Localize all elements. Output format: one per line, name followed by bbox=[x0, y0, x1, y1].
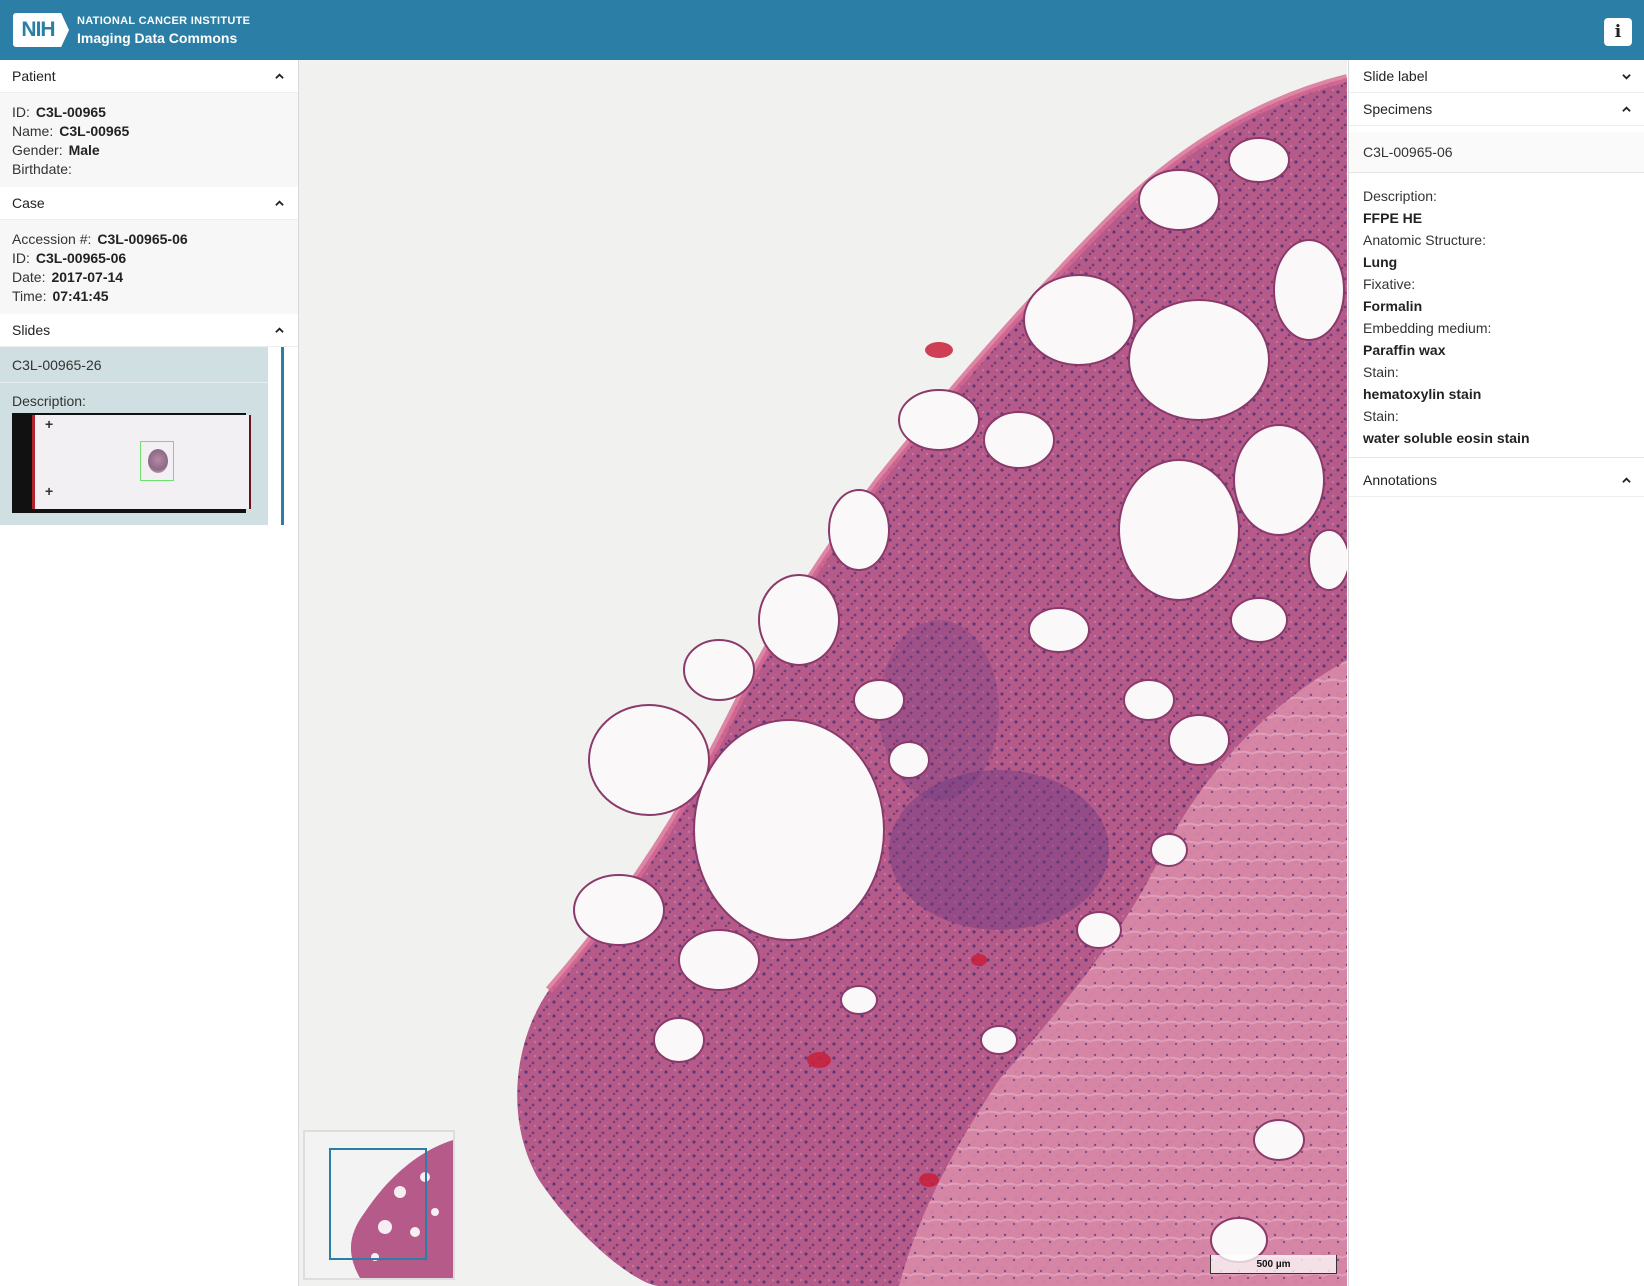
overview-map[interactable] bbox=[303, 1130, 455, 1280]
patient-id-label: ID bbox=[12, 104, 26, 120]
patient-section-body: ID: C3L-00965 Name: C3L-00965 Gender: Male … bbox=[0, 93, 298, 187]
overview-viewport-frame[interactable] bbox=[329, 1148, 427, 1260]
specimens-title: Specimens bbox=[1363, 101, 1433, 117]
slides-section-header[interactable]: Slides bbox=[0, 314, 298, 347]
patient-section-title: Patient bbox=[12, 68, 56, 84]
slide-viewer[interactable]: 500 µm bbox=[299, 60, 1347, 1286]
chevron-up-icon[interactable] bbox=[275, 199, 284, 208]
specimen-field-value: hematoxylin stain bbox=[1363, 386, 1482, 402]
patient-section-header[interactable]: Patient bbox=[0, 60, 298, 93]
case-id-value: C3L-00965-06 bbox=[35, 250, 127, 266]
patient-gender-value: Male bbox=[68, 142, 100, 158]
chevron-up-icon[interactable] bbox=[275, 72, 284, 81]
case-time-value: 07:41:45 bbox=[52, 288, 109, 304]
slide-list-scrollbar[interactable] bbox=[281, 347, 284, 525]
tissue-image bbox=[517, 74, 1347, 1286]
slide-label-title: Slide label bbox=[1363, 68, 1428, 84]
patient-name-label: Name bbox=[12, 123, 50, 139]
info-icon[interactable]: i bbox=[1604, 18, 1632, 46]
case-id-row: ID: C3L-00965-06 bbox=[12, 250, 127, 266]
thumbnail-tissue bbox=[148, 449, 168, 473]
patient-birthdate-label: Birthdate bbox=[12, 161, 69, 177]
specimen-field-label: Stain: bbox=[1363, 364, 1399, 380]
scale-bar: 500 µm bbox=[1210, 1255, 1337, 1274]
case-time-row: Time: 07:41:45 bbox=[12, 288, 109, 304]
specimen-details: Description: FFPE HE Anatomic Structure:… bbox=[1349, 173, 1644, 458]
left-sidebar: Patient ID: C3L-00965 Name: C3L-00965 Gend… bbox=[0, 60, 299, 1286]
case-section-title: Case bbox=[12, 195, 45, 211]
chevron-up-icon[interactable] bbox=[275, 326, 284, 335]
patient-name-value: C3L-00965 bbox=[59, 123, 130, 139]
case-section-body: Accession #: C3L-00965-06 ID: C3L-00965-06… bbox=[0, 220, 298, 314]
case-date-row: Date: 2017-07-14 bbox=[12, 269, 124, 285]
case-accession-label: Accession # bbox=[12, 231, 88, 247]
specimen-field-value: Lung bbox=[1363, 254, 1398, 270]
annotations-section-header[interactable]: Annotations bbox=[1349, 464, 1644, 497]
chevron-up-icon[interactable] bbox=[1622, 476, 1631, 485]
nih-badge: NIH bbox=[13, 13, 69, 47]
case-time-label: Time bbox=[12, 288, 43, 304]
specimen-id: C3L-00965-06 bbox=[1349, 132, 1644, 173]
right-sidebar: Slide label Specimens C3L-00965-06 Descr… bbox=[1348, 60, 1644, 1286]
specimen-field-value: Paraffin wax bbox=[1363, 342, 1446, 358]
specimen-field-value: water soluble eosin stain bbox=[1363, 430, 1530, 446]
case-date-label: Date bbox=[12, 269, 42, 285]
patient-id-row: ID: C3L-00965 bbox=[12, 104, 106, 120]
case-section-header[interactable]: Case bbox=[0, 187, 298, 220]
logo-app-name: Imaging Data Commons bbox=[77, 30, 238, 46]
slide-list-item[interactable]: C3L-00965-26 bbox=[0, 347, 268, 383]
app-header: NIH NATIONAL CANCER INSTITUTE Imaging Da… bbox=[0, 0, 1644, 60]
slide-list: C3L-00965-26 Description: + + bbox=[0, 347, 298, 525]
specimen-field-value: FFPE HE bbox=[1363, 210, 1423, 226]
patient-name-row: Name: C3L-00965 bbox=[12, 123, 130, 139]
logo-text: NATIONAL CANCER INSTITUTE Imaging Data C… bbox=[77, 13, 250, 47]
slide-thumbnail[interactable]: + + bbox=[12, 413, 251, 513]
specimens-section-header[interactable]: Specimens bbox=[1349, 93, 1644, 126]
chevron-up-icon[interactable] bbox=[1622, 105, 1631, 114]
slide-description[interactable]: Description: + + bbox=[0, 383, 268, 525]
specimen-field-label: Fixative: bbox=[1363, 276, 1416, 292]
logo-org-name: NATIONAL CANCER INSTITUTE bbox=[77, 15, 251, 27]
annotations-title: Annotations bbox=[1363, 472, 1437, 488]
plus-marker-icon: + bbox=[45, 416, 54, 432]
specimen-field-label: Anatomic Structure: bbox=[1363, 232, 1486, 248]
slide-label-section-header[interactable]: Slide label bbox=[1349, 60, 1644, 93]
nih-logo[interactable]: NIH NATIONAL CANCER INSTITUTE Imaging Da… bbox=[13, 13, 250, 47]
patient-id-value: C3L-00965 bbox=[35, 104, 106, 120]
specimen-field-value: Formalin bbox=[1363, 298, 1423, 314]
chevron-down-icon[interactable] bbox=[1622, 72, 1631, 81]
specimen-field-label: Description: bbox=[1363, 188, 1437, 204]
patient-gender-label: Gender bbox=[12, 142, 59, 158]
patient-gender-row: Gender: Male bbox=[12, 142, 100, 158]
slide-description-label: Description bbox=[12, 393, 83, 409]
plus-marker-icon: + bbox=[45, 483, 54, 499]
specimen-field-label: Stain: bbox=[1363, 408, 1399, 424]
case-accession-value: C3L-00965-06 bbox=[97, 231, 188, 247]
slides-section-title: Slides bbox=[12, 322, 51, 338]
specimen-field-label: Embedding medium: bbox=[1363, 320, 1492, 336]
patient-birthdate-row: Birthdate: bbox=[12, 161, 72, 177]
case-date-value: 2017-07-14 bbox=[51, 269, 124, 285]
case-accession-row: Accession #: C3L-00965-06 bbox=[12, 231, 188, 247]
case-id-label: ID bbox=[12, 250, 26, 266]
